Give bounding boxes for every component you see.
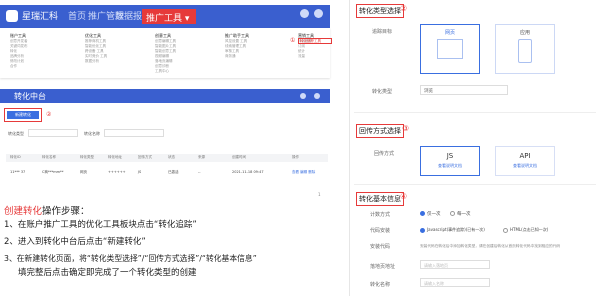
brand-logo-icon [6,10,18,22]
radio-icon [503,227,508,233]
avatar[interactable] [314,93,320,99]
menu-item[interactable]: 商务通 [225,54,289,59]
code-install-label: 代码安装 [370,228,391,234]
radio-selected-icon [420,211,425,216]
callback-api-card[interactable]: API 查看说明文档 [495,146,555,176]
conversion-type-label: 转化类型 [372,89,393,95]
install-js-option[interactable]: Javascript(事件追踪)(已有一次) [420,227,485,233]
table-cell-method: JS [138,170,142,174]
bell-icon[interactable] [300,9,309,18]
step-badge-basic-info: ④ [400,192,408,201]
steps-title: 创建转化操作步骤： [4,203,90,217]
conversion-center-title: 转化中台 [14,92,46,101]
panel-divider [349,0,350,296]
bell-icon[interactable] [300,93,306,99]
table-header-cell: 转化地址 [108,155,122,159]
nav-item-tools[interactable]: 推广工具 ▾ [142,9,196,24]
table-header-cell: 操作 [292,155,299,159]
table-cell-actions[interactable]: 查看 编辑 删除 [292,170,315,175]
radio-selected-icon [420,227,425,233]
table-cell-time: 2021-11-18 09:47 [232,170,264,174]
table-cell-type: 网页 [80,170,87,174]
web-card-label: 网页 [444,30,455,36]
name-filter-input[interactable] [104,129,164,137]
menu-item[interactable]: 数据分析 [85,59,149,64]
step-badge-type: ② [400,4,408,13]
brand-name: 星瑞汇科 [22,12,59,22]
table-header-cell: 转化名称 [42,155,56,159]
install-code-hint: 安装代码在转化后中添加转化类型，请在创建后转化从首页转化代码中找到相应的代码 [420,244,561,248]
track-target-label: 追踪目标 [372,29,393,35]
menu-column-optimize: 优化工具 推荐商机工具 智能优化工具 跨设备 工具 实时竞价 工具 数据分析 [85,33,149,64]
count-once-label: 仅一次 [427,212,441,217]
table-header-cell: 转化ID [10,155,21,159]
steps-title-rest: 操作步骤： [42,206,90,217]
callback-js-card[interactable]: JS 查看说明文档 [420,146,480,176]
menu-item[interactable]: 合作 [10,64,74,69]
install-code-label: 安装代码 [370,244,391,250]
step-line-4: 填完整后点击确定即完成了一个转化类型的创建 [18,268,197,278]
step-badge-1: ① [290,37,296,44]
table-header-cell: 来源 [198,155,205,159]
table-header-cell: 转化类型 [80,155,94,159]
type-filter-select[interactable] [28,129,78,137]
target-web-card[interactable]: 网页 [420,24,480,74]
js-doc-link[interactable]: 查看说明文档 [421,163,479,169]
conversion-center-header [0,89,330,103]
menu-column-marketing: 营销工具 转化追踪 订阅 统计 流量 [298,33,328,59]
api-doc-link[interactable]: 查看说明文档 [496,163,554,169]
section-title-basic-info: 转化基本信息 [356,192,404,206]
table-header-cell: 状态 [168,155,175,159]
count-every-label: 每一次 [457,212,471,217]
radio-icon [450,211,455,216]
api-title: API [519,152,531,160]
step-badge-callback: ③ [402,124,410,133]
menu-column-account: 账户工具 创意开发者 关键词发布 转化 品牌分析 修改计划 合作 [10,33,74,69]
table-cell-status: 已激活 [168,170,179,174]
section-title-type: 转化类型选择 [356,4,404,18]
count-once-option[interactable]: 仅一次 [420,211,441,217]
conversion-name-label: 转化名称 [370,282,391,288]
js-title: JS [446,152,454,160]
callback-label: 回传方式 [374,151,395,157]
table-cell-address: ++++++ [108,170,126,174]
count-every-option[interactable]: 每一次 [450,211,471,217]
menu-column-creative: 创意工具 创意编辑工具 智能图片工具 智能创意工具 视频编辑 落地页编辑 创意诊… [155,33,219,74]
install-html-label: HTML(点击已知一次) [510,227,549,232]
step-line-2: 2、进入到转化中台后点击“新建转化” [4,237,146,247]
monitor-icon [437,39,463,59]
app-card-label: 应用 [519,30,530,36]
menu-item[interactable]: 工具中心 [155,69,219,74]
filter-label-type: 转化类型 [8,131,24,136]
steps-title-highlight: 创建转化 [4,206,43,217]
table-cell-id: 11*** 37 [10,170,26,174]
table-cell-name: C商***mm** [42,170,64,174]
table-header-cell: 回传方式 [138,155,152,159]
landing-url-input[interactable]: 请输入落地页 [420,260,490,269]
install-html-option[interactable]: HTML(点击已知一次) [503,227,548,233]
nav-item-home[interactable]: 首页 [68,9,86,22]
step-line-3: 3、在新建转化页面，将“转化类型选择”/“回传方式选择”/“转化基本信息” [4,254,257,263]
landing-url-label: 落地页地址 [370,264,396,270]
avatar[interactable] [314,9,323,18]
table-cell-source: -- [198,170,201,174]
conversion-tracking-link[interactable]: 转化追踪工具 [298,38,332,44]
section-divider [354,112,596,113]
conversion-type-select[interactable]: 浏览 [420,85,508,95]
step-line-1: 1、在账户推广工具的优化工具板块点击“转化追踪” [4,220,197,230]
menu-column-assistant: 推广助手工具 风控设置 工具 线索管理工具 审核工具 商务通 [225,33,289,59]
table-header-cell: 创建时间 [232,155,246,159]
install-js-label: Javascript(事件追踪)(已有一次) [427,227,485,232]
conversion-name-input[interactable]: 请输入名称 [420,278,490,287]
section-divider [354,184,596,185]
target-app-card[interactable]: 应用 [495,24,555,74]
new-conversion-button[interactable]: 新建转化 [7,111,39,119]
menu-item[interactable]: 流量 [298,54,328,59]
filter-label-name: 转化名称 [84,131,100,136]
section-title-callback: 回传方式选择 [356,124,404,138]
count-mode-label: 计数方式 [370,212,391,218]
step-badge-2: ② [46,111,52,118]
phone-icon [518,39,532,63]
pagination[interactable]: 1 [318,192,321,197]
